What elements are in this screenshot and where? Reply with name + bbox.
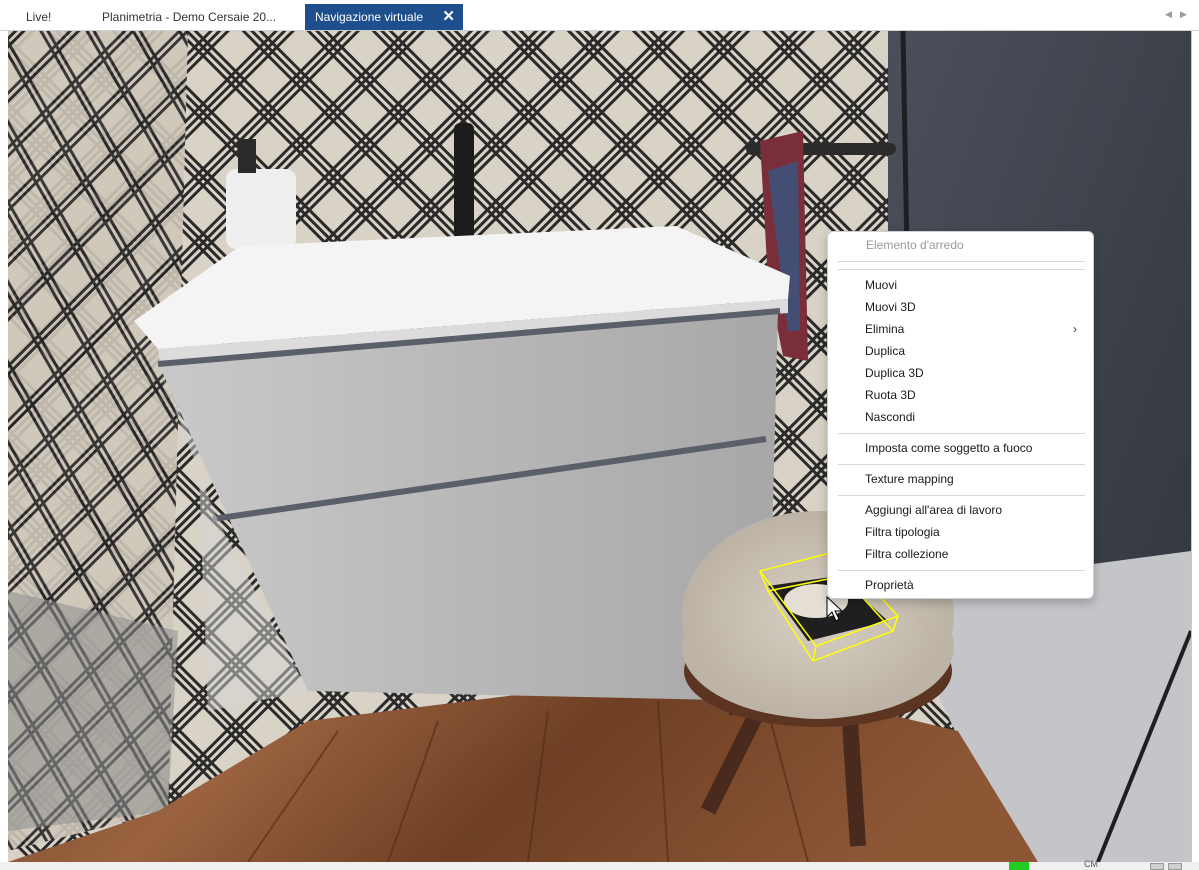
menu-item-label: Muovi	[865, 278, 898, 292]
chevron-right-icon: ›	[1073, 322, 1077, 336]
menu-item-filtra-tipologia[interactable]: Filtra tipologia	[832, 521, 1089, 543]
document-tab-bar: Live! Planimetria - Demo Cersaie 20... N…	[0, 0, 1199, 31]
menu-item-label: Texture mapping	[865, 472, 954, 486]
grid-toggle-icon[interactable]	[1150, 863, 1164, 870]
status-unit: CM	[1084, 859, 1098, 869]
menu-separator	[838, 464, 1085, 465]
tab-planimetria-label: Planimetria - Demo Cersaie 20...	[102, 10, 277, 24]
tab-live-label: Live!	[26, 10, 52, 24]
menu-separator	[838, 261, 1085, 262]
menu-item-nascondi[interactable]: Nascondi	[832, 406, 1089, 428]
context-menu-header: Elemento d'arredo	[866, 238, 964, 252]
status-indicator	[1009, 862, 1029, 870]
menu-item-label: Filtra tipologia	[865, 525, 940, 539]
menu-item-label: Elimina	[865, 322, 905, 336]
menu-item-ruota-3d[interactable]: Ruota 3D	[832, 384, 1089, 406]
menu-item-label: Duplica	[865, 344, 906, 358]
snap-toggle-icon[interactable]	[1168, 863, 1182, 870]
menu-item-muovi-3d[interactable]: Muovi 3D	[832, 296, 1089, 318]
tab-navigazione-virtuale[interactable]: Navigazione virtuale ✕	[305, 4, 463, 30]
tab-navigazione-label: Navigazione virtuale	[315, 10, 424, 24]
menu-item-duplica[interactable]: Duplica	[832, 340, 1089, 362]
menu-item-label: Proprietà	[865, 578, 914, 592]
menu-item-label: Aggiungi all'area di lavoro	[865, 503, 1003, 517]
status-bar: CM	[0, 859, 1199, 870]
context-menu: Elemento d'arredo Muovi Muovi 3D Elimina…	[827, 231, 1094, 599]
menu-item-filtra-collezione[interactable]: Filtra collezione	[832, 543, 1089, 565]
menu-item-imposta-soggetto-fuoco[interactable]: Imposta come soggetto a fuoco	[832, 437, 1089, 459]
menu-item-label: Imposta come soggetto a fuoco	[865, 441, 1033, 455]
menu-item-label: Nascondi	[865, 410, 916, 424]
tab-planimetria[interactable]: Planimetria - Demo Cersaie 20...	[92, 4, 284, 30]
scroll-right-icon[interactable]: ▶	[1180, 9, 1187, 20]
menu-separator	[838, 570, 1085, 571]
menu-item-label: Muovi 3D	[865, 300, 916, 314]
menu-separator	[838, 269, 1085, 270]
menu-item-proprieta[interactable]: Proprietà	[832, 574, 1089, 596]
right-frame	[1191, 31, 1199, 870]
menu-item-aggiungi-area-lavoro[interactable]: Aggiungi all'area di lavoro	[832, 499, 1089, 521]
menu-separator	[838, 495, 1085, 496]
menu-item-label: Filtra collezione	[865, 547, 949, 561]
menu-item-elimina[interactable]: Elimina ›	[832, 318, 1089, 340]
menu-item-label: Duplica 3D	[865, 366, 924, 380]
scroll-left-icon[interactable]: ◀	[1165, 9, 1172, 20]
close-icon[interactable]: ✕	[442, 4, 455, 30]
menu-separator	[838, 433, 1085, 434]
left-frame	[0, 31, 8, 870]
tab-live[interactable]: Live!	[16, 4, 78, 30]
menu-item-texture-mapping[interactable]: Texture mapping	[832, 468, 1089, 490]
menu-item-duplica-3d[interactable]: Duplica 3D	[832, 362, 1089, 384]
menu-item-muovi[interactable]: Muovi	[832, 274, 1089, 296]
menu-item-label: Ruota 3D	[865, 388, 916, 402]
